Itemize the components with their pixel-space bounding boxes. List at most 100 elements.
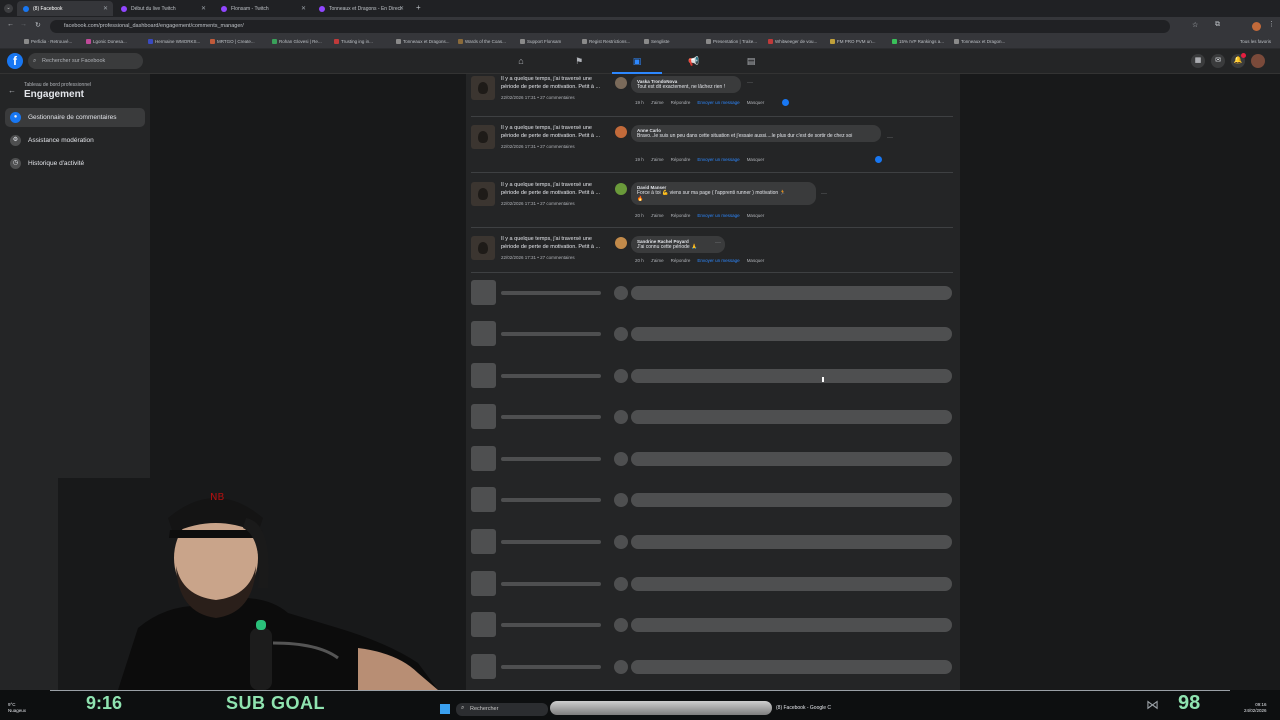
bookmark-item[interactable]: Wards of the Coas... <box>458 39 516 44</box>
hide-action[interactable]: Masquer <box>747 258 765 263</box>
bookmark-item[interactable]: FM PRO PVM un... <box>830 39 888 44</box>
post-thumbnail[interactable] <box>471 76 495 100</box>
skeleton-bar <box>631 452 952 466</box>
commenter-avatar[interactable] <box>615 77 627 89</box>
bookmark-item[interactable]: Sengliste <box>644 39 702 44</box>
commenter-avatar[interactable] <box>615 237 627 249</box>
like-action[interactable]: J'aime <box>651 213 664 218</box>
tab-favicon-icon <box>221 5 227 12</box>
row-divider <box>471 272 953 273</box>
menu-grid-icon[interactable]: ▦ <box>1191 54 1205 68</box>
bookmark-item[interactable]: Lgonic Donesa... <box>86 39 144 44</box>
forward-icon[interactable]: → <box>20 21 27 28</box>
account-avatar[interactable] <box>1251 54 1265 68</box>
more-options-icon[interactable]: ··· <box>715 240 721 246</box>
like-action[interactable]: J'aime <box>651 100 664 105</box>
taskbar-browser-window[interactable]: (8) Facebook - Google C <box>776 705 831 711</box>
flag-icon[interactable]: ⚑ <box>573 55 585 67</box>
close-tab-icon[interactable]: ✕ <box>301 5 306 12</box>
comment-row[interactable]: Il y a quelque temps, j'ai traversé une … <box>471 182 953 224</box>
bookmark-item[interactable]: Tonneaux et Dragons... <box>396 39 454 44</box>
all-bookmarks-folder[interactable]: Tous les favoris <box>1240 39 1271 44</box>
sidebar-item-activity-history[interactable]: ◷ Historique d'activité <box>5 154 145 173</box>
like-action[interactable]: J'aime <box>651 157 664 162</box>
menu-icon[interactable]: ⋮ <box>1268 20 1275 28</box>
send-message-action[interactable]: Envoyer un message <box>697 100 739 105</box>
bookmark-item[interactable]: Rohan Glovesi | Re... <box>272 39 330 44</box>
comment-actions: 20 h J'aime Répondre Envoyer un message … <box>635 258 764 263</box>
reload-icon[interactable]: ↻ <box>35 21 41 29</box>
windows-start-icon[interactable] <box>440 704 450 714</box>
commenter-avatar[interactable] <box>615 126 627 138</box>
tab-list-button[interactable]: ⌄ <box>4 4 13 13</box>
skeleton-thumbnail <box>471 654 496 679</box>
reply-action[interactable]: Répondre <box>671 157 691 162</box>
post-thumbnail[interactable] <box>471 236 495 260</box>
bookmark-item[interactable]: Support Flonsam <box>520 39 578 44</box>
comment-row[interactable]: Il y a quelque temps, j'ai traversé une … <box>471 236 953 268</box>
back-icon[interactable]: ← <box>7 21 14 28</box>
reply-action[interactable]: Répondre <box>671 213 691 218</box>
system-clock[interactable]: 09:16 24/02/2026 <box>1244 702 1267 714</box>
bookmark-item[interactable]: MRTGO | Create... <box>210 39 268 44</box>
reply-action[interactable]: Répondre <box>671 100 691 105</box>
new-tab-icon[interactable]: + <box>416 3 421 12</box>
hide-action[interactable]: Masquer <box>747 157 765 162</box>
more-options-icon[interactable]: ··· <box>747 80 753 86</box>
calendar-icon[interactable]: ▤ <box>745 55 757 67</box>
browser-tab[interactable]: Début du live Twitch ✕ <box>115 1 211 16</box>
home-icon[interactable]: ⌂ <box>515 55 527 67</box>
taskbar-search-input[interactable]: Rechercher <box>456 703 548 716</box>
search-input[interactable]: Rechercher sur Facebook <box>28 53 143 69</box>
bookmark-item[interactable]: 15% IVP Rankings a... <box>892 39 950 44</box>
fish-logo-icon: ⋈ <box>1146 697 1159 712</box>
post-thumbnail[interactable] <box>471 182 495 206</box>
back-arrow-icon[interactable]: ← <box>8 86 16 95</box>
url-field[interactable]: facebook.com/professional_dashboard/enga… <box>50 20 1170 33</box>
comment-row[interactable]: Il y a quelque temps, j'ai traversé une … <box>471 76 953 118</box>
send-message-action[interactable]: Envoyer un message <box>697 157 739 162</box>
taskbar-app-icons[interactable] <box>550 701 772 715</box>
bookmark-favicon-icon <box>830 39 835 44</box>
bookmark-item[interactable]: Regist Restrictions... <box>582 39 640 44</box>
megaphone-icon[interactable]: 📢 <box>688 55 700 67</box>
commenter-avatar[interactable] <box>615 183 627 195</box>
browser-tab[interactable]: (8) Facebook ✕ <box>17 1 113 16</box>
send-message-action[interactable]: Envoyer un message <box>697 213 739 218</box>
reply-action[interactable]: Répondre <box>671 258 691 263</box>
sidebar-item-moderation-assist[interactable]: ⚙ Assistance modération <box>5 131 145 150</box>
send-message-action[interactable]: Envoyer un message <box>697 258 739 263</box>
close-tab-icon[interactable]: ✕ <box>201 5 206 12</box>
skeleton-bar <box>631 535 952 549</box>
close-tab-icon[interactable]: ✕ <box>103 5 108 12</box>
extensions-icon[interactable]: ⧉ <box>1215 21 1220 29</box>
bookmark-item[interactable]: Whitweeger de vou... <box>768 39 826 44</box>
dashboard-icon[interactable]: ▣ <box>631 55 643 67</box>
bookmark-item[interactable]: Trusting ing in... <box>334 39 392 44</box>
messenger-icon[interactable]: ✉ <box>1211 54 1225 68</box>
tab-favicon-icon <box>23 5 29 12</box>
skeleton-thumbnail <box>471 363 496 388</box>
comment-time: 20 h <box>635 213 644 218</box>
like-action[interactable]: J'aime <box>651 258 664 263</box>
bookmark-item[interactable]: Presentation | Traite... <box>706 39 764 44</box>
bookmark-label: Presentation | Traite... <box>713 39 757 44</box>
comment-row[interactable]: Il y a quelque temps, j'ai traversé une … <box>471 125 953 167</box>
sidebar-item-comments-manager[interactable]: ● Gestionnaire de commentaires <box>5 108 145 127</box>
bookmark-item[interactable]: Perfidia · Retrouvé... <box>24 39 82 44</box>
more-options-icon[interactable]: ··· <box>887 135 893 141</box>
facebook-logo[interactable]: f <box>7 53 23 69</box>
weather-widget[interactable]: 9°C Nuageux <box>8 702 26 714</box>
profile-avatar[interactable] <box>1252 22 1261 31</box>
skeleton-thumbnail <box>471 529 496 554</box>
browser-tab[interactable]: Flonsam - Twitch ✕ <box>215 1 311 16</box>
post-thumbnail[interactable] <box>471 125 495 149</box>
browser-tab[interactable]: Tonneaux et Dragons - En Direct ✕ <box>313 1 409 16</box>
bookmark-item[interactable]: Tonneaux et Dragon... <box>954 39 1012 44</box>
bookmark-item[interactable]: Hermaine WMORKS... <box>148 39 206 44</box>
close-tab-icon[interactable]: ✕ <box>399 5 404 12</box>
more-options-icon[interactable]: ··· <box>821 191 827 197</box>
hide-action[interactable]: Masquer <box>747 100 765 105</box>
bookmark-star-icon[interactable]: ☆ <box>1192 21 1198 29</box>
hide-action[interactable]: Masquer <box>747 213 765 218</box>
